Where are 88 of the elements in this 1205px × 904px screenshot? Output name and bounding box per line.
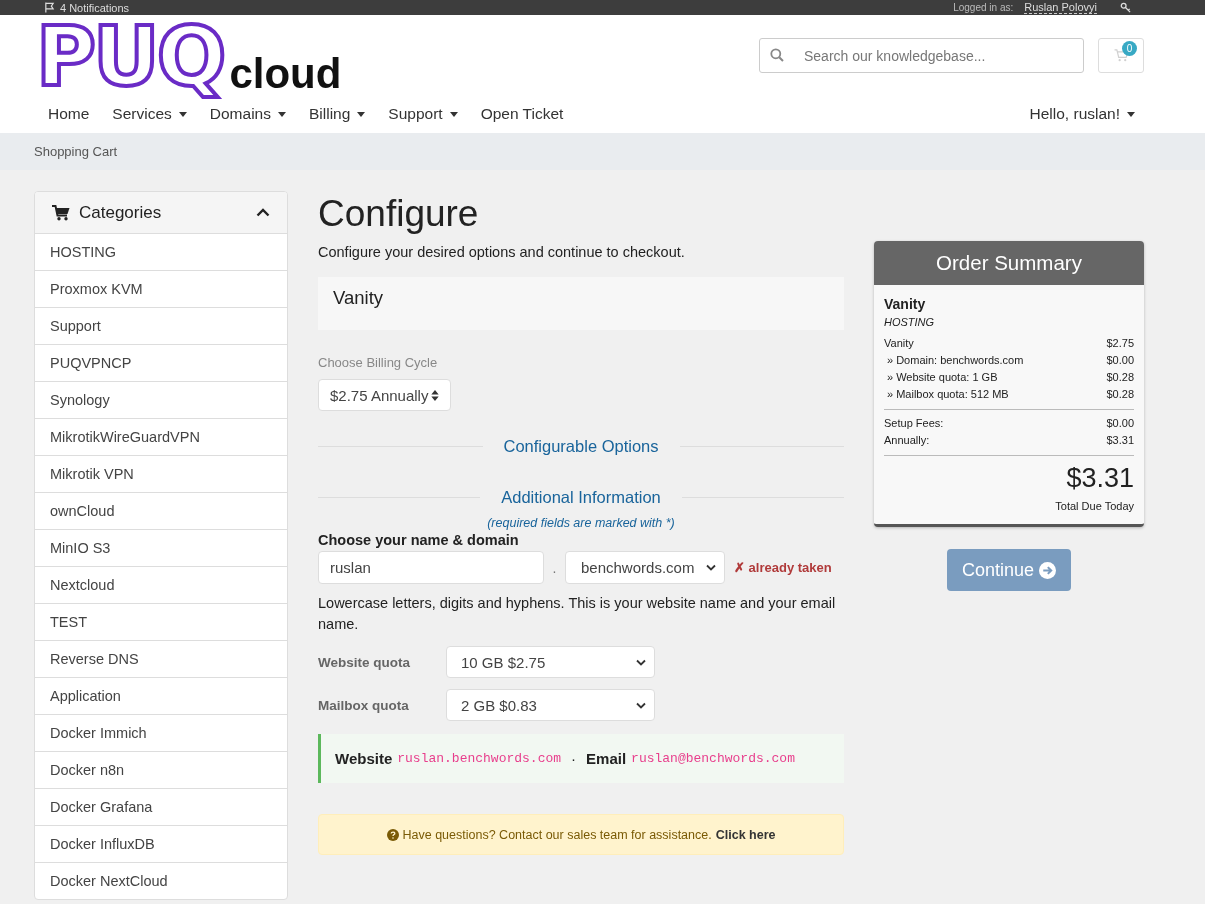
- total-due-amount: $3.31: [1066, 463, 1134, 493]
- category-item[interactable]: PUQVPNCP: [35, 344, 287, 381]
- help-text: Have questions? Contact our sales team for assistance.: [402, 827, 712, 842]
- search-field[interactable]: Search our knowledgebase...: [759, 38, 1084, 73]
- summary-product-name: Vanity: [884, 295, 927, 313]
- category-item[interactable]: Docker Grafana: [35, 788, 287, 825]
- summary-product-group: HOSTING: [884, 313, 1134, 331]
- summary-total-amount: $3.31: [1106, 433, 1134, 448]
- domain-field-label: Choose your name & domain: [318, 532, 520, 548]
- category-item[interactable]: MikrotikWireGuardVPN: [35, 418, 287, 455]
- flag-icon: [44, 2, 55, 13]
- section-heading: Configurable Options: [502, 437, 660, 456]
- category-item[interactable]: Reverse DNS: [35, 640, 287, 677]
- chevron-down-icon: [636, 658, 646, 666]
- breadcrumb-item: Shopping Cart: [34, 144, 118, 159]
- user-name-link[interactable]: Ruslan Polovyi: [1024, 1, 1097, 14]
- category-item[interactable]: Synology: [35, 381, 287, 418]
- search-icon: [770, 48, 784, 62]
- question-circle-icon: [386, 828, 399, 841]
- key-icon[interactable]: [1120, 2, 1131, 13]
- nav-link[interactable]: Home: [48, 105, 90, 123]
- notifications-link[interactable]: 4 Notifications: [60, 1, 130, 14]
- quota-label: Website quota: [318, 654, 411, 670]
- preview-address: ruslan@benchwords.com: [631, 751, 795, 766]
- quota-select[interactable]: 10 GB $2.75: [446, 646, 655, 678]
- summary-total-label: Setup Fees:: [884, 416, 944, 431]
- total-due-label: Total Due Today: [1055, 500, 1134, 512]
- summary-line-amount: $0.28: [1106, 370, 1134, 385]
- availability-status: ✗ already taken: [734, 560, 832, 575]
- category-item[interactable]: Proxmox KVM: [35, 270, 287, 307]
- section-heading: Additional Information: [500, 488, 662, 507]
- quota-select[interactable]: 2 GB $0.83: [446, 689, 655, 721]
- cart-count-badge: 0: [1122, 41, 1137, 56]
- category-item[interactable]: TEST: [35, 603, 287, 640]
- required-note: (required fields are marked with *): [486, 516, 676, 530]
- summary-line-label: » Domain: benchwords.com: [887, 353, 1024, 368]
- domain-help-text: Lowercase letters, digits and hyphens. This is your website name and your email name.: [318, 594, 837, 634]
- summary-line-amount: $0.00: [1106, 353, 1134, 368]
- nav-link[interactable]: Support: [388, 105, 458, 123]
- user-menu[interactable]: Hello, ruslan!: [1029, 105, 1135, 123]
- chevron-down-icon: [636, 701, 646, 709]
- nav-link[interactable]: Billing: [308, 105, 366, 123]
- preview-label: Website: [335, 750, 393, 767]
- up-down-caret-icon: [431, 389, 439, 401]
- chevron-down-icon: [706, 564, 716, 571]
- category-item[interactable]: HOSTING: [35, 233, 287, 270]
- summary-line-label: » Website quota: 1 GB: [887, 370, 998, 385]
- category-item[interactable]: MinIO S3: [35, 529, 287, 566]
- category-item[interactable]: ownCloud: [35, 492, 287, 529]
- chevron-up-icon[interactable]: [256, 208, 270, 217]
- cart-icon: [1113, 49, 1129, 62]
- billing-cycle-select[interactable]: $2.75 Annually: [318, 379, 451, 411]
- summary-line-label: » Mailbox quota: 512 MB: [887, 387, 1009, 402]
- summary-total-label: Annually:: [884, 433, 930, 448]
- preview-separator: ·: [571, 750, 577, 767]
- preview-label: Email: [586, 750, 627, 767]
- nav-link[interactable]: Services: [112, 105, 187, 123]
- category-item[interactable]: Application: [35, 677, 287, 714]
- category-item[interactable]: Docker InfluxDB: [35, 825, 287, 862]
- category-item[interactable]: Docker Immich: [35, 714, 287, 751]
- category-item[interactable]: Docker NextCloud: [35, 862, 287, 899]
- product-name: Vanity: [333, 287, 384, 308]
- arrow-right-circle-icon: [1039, 561, 1057, 579]
- contact-sales-link[interactable]: Click here: [715, 827, 776, 842]
- categories-title: Categories: [79, 202, 163, 223]
- logo-suffix[interactable]: cloud: [229, 52, 342, 96]
- page-subtitle: Configure your desired options and continue to checkout.: [318, 243, 686, 262]
- quota-label: Mailbox quota: [318, 697, 410, 713]
- categories-header[interactable]: Categories: [35, 192, 287, 233]
- name-input[interactable]: ruslan: [318, 551, 544, 584]
- cart-icon: [52, 204, 70, 221]
- category-item[interactable]: Nextcloud: [35, 566, 287, 603]
- summary-line-amount: $2.75: [1106, 336, 1134, 351]
- logged-in-label: Logged in as:: [953, 2, 1014, 13]
- summary-line-amount: $0.28: [1106, 387, 1134, 402]
- nav-link[interactable]: Open Ticket: [480, 105, 564, 123]
- category-item[interactable]: Support: [35, 307, 287, 344]
- billing-cycle-label: Choose Billing Cycle: [318, 355, 439, 370]
- summary-line-label: Vanity: [884, 336, 914, 351]
- order-summary-title: Order Summary: [936, 251, 1082, 275]
- category-item[interactable]: Docker n8n: [35, 751, 287, 788]
- category-item[interactable]: Mikrotik VPN: [35, 455, 287, 492]
- domain-select[interactable]: benchwords.com: [565, 551, 725, 584]
- summary-total-amount: $0.00: [1106, 416, 1134, 431]
- page-title: Configure: [318, 192, 480, 236]
- domain-separator: .: [551, 559, 558, 576]
- preview-address: ruslan.benchwords.com: [397, 751, 562, 766]
- nav-link[interactable]: Domains: [209, 105, 286, 123]
